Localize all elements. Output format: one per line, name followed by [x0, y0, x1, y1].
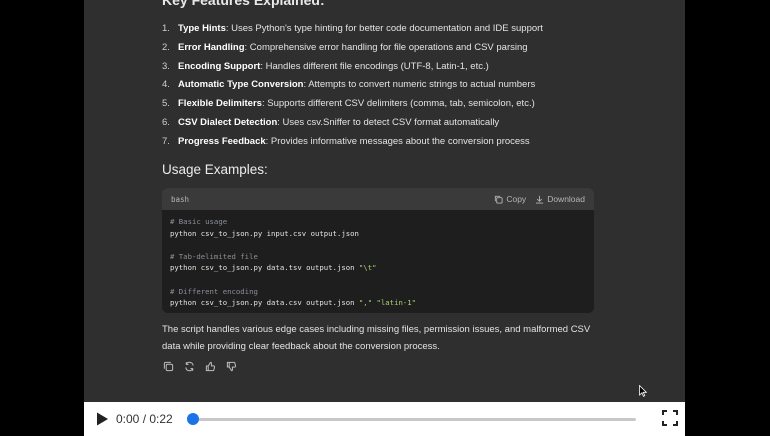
fullscreen-icon: [662, 410, 678, 426]
thumbs-up-icon: [205, 361, 216, 372]
list-item: 7. Progress Feedback: Provides informativ…: [162, 135, 530, 147]
chat-frame: Key Features Explained: 1. Type Hints: Us…: [84, 0, 685, 402]
list-item: 1. Type Hints: Uses Python's type hinting…: [162, 23, 543, 34]
download-code-button[interactable]: Download: [535, 194, 585, 204]
refresh-icon: [185, 361, 194, 372]
list-item: 5. Flexible Delimiters: Supports differen…: [162, 98, 535, 110]
fullscreen-button[interactable]: [662, 410, 678, 426]
copy-code-button[interactable]: Copy: [494, 194, 526, 204]
copy-icon: [163, 361, 174, 372]
code-header: bash Copy Download: [162, 188, 594, 210]
code-command: python csv_to_json.py data.csv output.js…: [170, 298, 417, 308]
code-actions: Copy Download: [494, 194, 585, 204]
section-heading: Key Features Explained:: [162, 0, 325, 8]
download-icon: [536, 195, 544, 204]
copy-message-button[interactable]: [162, 360, 175, 373]
summary-text: The script handles various edge cases in…: [162, 324, 591, 352]
mouse-cursor-icon: [639, 385, 647, 397]
code-command: python csv_to_json.py input.csv output.j…: [170, 228, 359, 238]
regenerate-button[interactable]: [183, 360, 196, 373]
list-item: 3. Encoding Support: Handles different fi…: [162, 60, 489, 72]
feature-list: 1. Type Hints: Uses Python's type hinting…: [162, 22, 602, 154]
video-controls: 0:00 / 0:22: [84, 402, 685, 436]
code-body: # Basic usage python csv_to_json.py inpu…: [162, 210, 594, 313]
list-item: 2. Error Handling: Comprehensive error ha…: [162, 41, 528, 53]
play-icon: [97, 412, 108, 426]
usage-heading: Usage Examples:: [162, 162, 268, 177]
thumbs-down-button[interactable]: [225, 360, 238, 373]
message-actions: [162, 360, 238, 373]
time-display: 0:00 / 0:22: [116, 412, 173, 426]
list-item: 6. CSV Dialect Detection: Uses csv.Sniffe…: [162, 116, 500, 128]
copy-icon: [495, 195, 503, 204]
seek-bar[interactable]: [187, 413, 636, 425]
code-block: bash Copy Download # Basic usage python …: [162, 188, 594, 313]
play-button[interactable]: [96, 412, 110, 426]
code-comment: # Tab-delimited file: [170, 251, 258, 261]
thumbs-up-button[interactable]: [204, 360, 217, 373]
thumbs-down-icon: [226, 361, 237, 372]
code-comment: # Basic usage: [170, 217, 228, 226]
list-item: 4. Automatic Type Conversion: Attempts to…: [162, 79, 536, 91]
code-comment: # Different encoding: [170, 286, 258, 296]
code-language: bash: [171, 194, 190, 204]
seek-thumb[interactable]: [187, 413, 199, 425]
code-command: python csv_to_json.py data.tsv output.js…: [170, 263, 377, 273]
